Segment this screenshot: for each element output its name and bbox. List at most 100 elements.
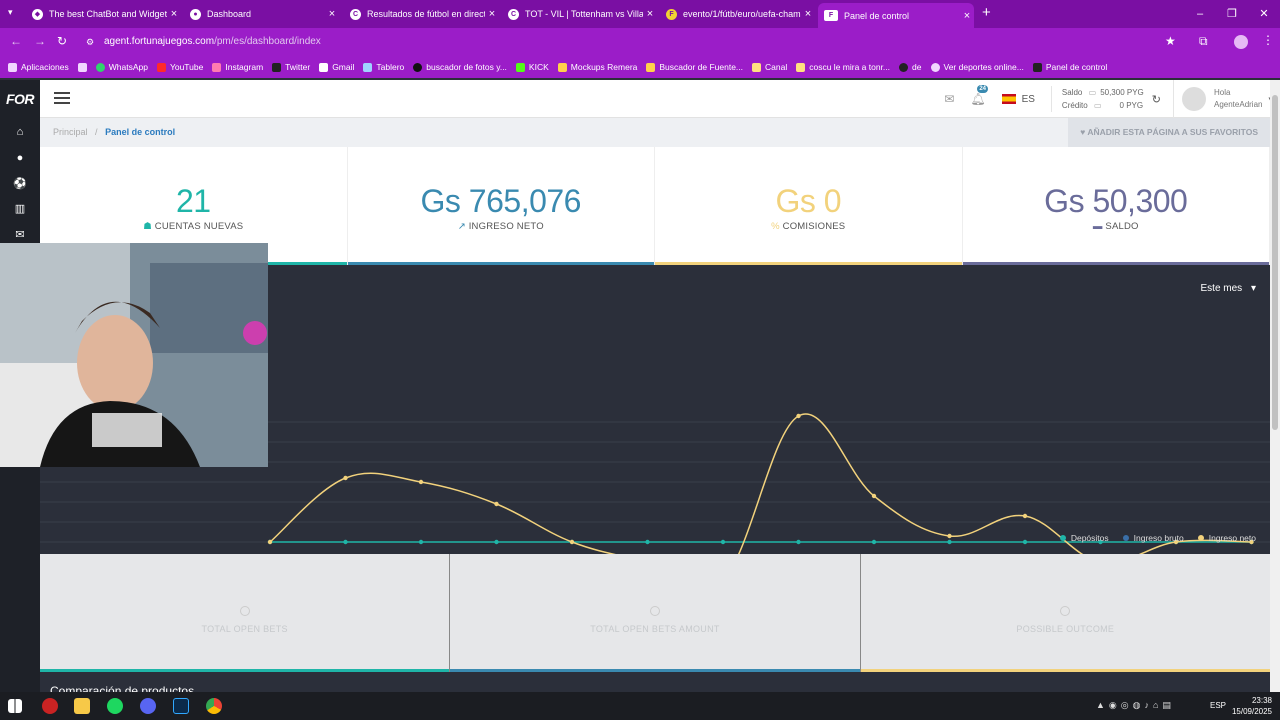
spotify-icon[interactable] — [107, 698, 123, 714]
heart-icon: ♥ — [1080, 127, 1086, 137]
bookmark-tablero[interactable]: Tablero — [363, 62, 404, 72]
legend-depositos[interactable]: Depósitos — [1059, 533, 1109, 543]
bookmark-instagram[interactable]: Instagram — [212, 62, 263, 72]
tab-panel-control[interactable]: F Panel de control × — [818, 3, 974, 28]
bookmark-whatsapp[interactable]: WhatsApp — [95, 62, 148, 72]
scrollbar-thumb[interactable] — [1272, 95, 1278, 430]
minimize-icon[interactable]: – — [1184, 0, 1216, 28]
profile-avatar[interactable] — [1234, 35, 1248, 49]
close-icon[interactable]: × — [325, 8, 339, 20]
bookmark-kick[interactable]: KICK — [515, 62, 549, 72]
bookmark-coscu[interactable]: coscu le mira a tonr... — [796, 62, 890, 72]
clock[interactable]: 23:38 15/09/2025 — [1232, 695, 1272, 717]
bookmark-deportes[interactable]: Ver deportes online... — [930, 62, 1024, 72]
bookmark-youtube[interactable]: YouTube — [156, 62, 203, 72]
chrome-icon[interactable] — [206, 698, 222, 714]
data-point[interactable] — [871, 493, 877, 499]
language-indicator[interactable]: ESP — [1210, 701, 1226, 710]
site-info-icon[interactable]: ⚙ — [86, 31, 94, 53]
bar-chart-icon[interactable]: ▥ — [12, 202, 28, 216]
close-icon[interactable]: × — [167, 8, 181, 20]
data-point[interactable] — [947, 539, 952, 545]
tab-chatbot[interactable]: ◆ The best ChatBot and Widgets f × — [26, 4, 181, 24]
kick-icon — [515, 62, 525, 72]
data-point[interactable] — [796, 413, 801, 419]
soccer-ball-icon[interactable]: ⚽ — [12, 177, 28, 191]
data-point[interactable] — [947, 533, 952, 539]
windows-start-icon[interactable] — [8, 699, 22, 713]
bookmark-grid[interactable] — [77, 62, 87, 72]
menu-icon[interactable]: ⋮ — [1262, 33, 1274, 47]
data-point[interactable] — [494, 539, 499, 545]
legend-ingreso-bruto[interactable]: Ingreso bruto — [1122, 533, 1184, 543]
address-bar[interactable]: ⚙ agent.fortunajuegos.com/pm/es/dashboar… — [80, 31, 1160, 53]
tab-dashboard[interactable]: ● Dashboard × — [184, 4, 339, 24]
stat-net-income: Gs 765,076 ↗ INGRESO NETO — [347, 147, 655, 265]
data-point[interactable] — [267, 539, 273, 545]
tab-resultados[interactable]: C Resultados de fútbol en directo × — [344, 4, 499, 24]
c-logo-icon — [899, 62, 909, 72]
home-icon[interactable]: ⌂ — [12, 126, 28, 140]
notifications-bell[interactable]: 🔔︎ 24 — [970, 85, 989, 106]
bookmark-gmail[interactable]: Gmail — [319, 62, 354, 72]
page-scrollbar[interactable] — [1270, 80, 1280, 692]
breadcrumb-home[interactable]: Principal — [53, 127, 88, 137]
bookmark-fuentes[interactable]: Buscador de Fuente... — [646, 62, 743, 72]
data-point[interactable] — [796, 539, 801, 545]
refresh-icon[interactable]: ↻ — [1152, 93, 1161, 106]
bookmark-de[interactable]: de — [899, 62, 922, 72]
spain-flag-icon[interactable] — [1001, 94, 1016, 104]
photoshop-icon[interactable] — [173, 698, 189, 714]
forward-icon[interactable]: → — [34, 34, 46, 48]
legend-ingreso-neto[interactable]: Ingreso neto — [1197, 533, 1256, 543]
extensions-icon[interactable]: ⧉ — [1199, 34, 1208, 49]
data-point[interactable] — [343, 475, 348, 481]
bookmark-panel[interactable]: Panel de control — [1032, 62, 1107, 72]
mail-icon[interactable]: ✉ — [12, 228, 28, 242]
data-point[interactable] — [343, 539, 348, 545]
data-point[interactable] — [418, 539, 424, 545]
back-icon[interactable]: ← — [10, 34, 22, 48]
data-point[interactable] — [494, 501, 499, 507]
discord-icon[interactable] — [140, 698, 156, 714]
data-point[interactable] — [569, 539, 575, 545]
stat-balance: Gs 50,300 ▬ SALDO — [962, 147, 1270, 265]
trello-icon — [363, 62, 373, 72]
tab-search-icon[interactable]: ▾ — [8, 7, 13, 18]
hamburger-menu-icon[interactable] — [54, 92, 70, 104]
reload-icon[interactable]: ↻ — [57, 34, 67, 48]
user-icon[interactable]: ● — [12, 152, 28, 166]
data-point[interactable] — [720, 539, 726, 545]
close-icon[interactable]: × — [643, 8, 657, 20]
bookmark-twitter[interactable]: Twitter — [272, 62, 310, 72]
close-icon[interactable]: × — [485, 8, 499, 20]
brand-logo[interactable]: FOR — [0, 80, 40, 118]
star-icon[interactable]: ★ — [1165, 34, 1176, 48]
tab-tottenham[interactable]: C TOT - VIL | Tottenham vs Villarre × — [502, 4, 657, 24]
data-point[interactable] — [1022, 539, 1028, 545]
close-icon[interactable]: × — [801, 8, 815, 20]
bookmark-aplicaciones[interactable]: Aplicaciones — [8, 62, 69, 72]
data-point[interactable] — [418, 479, 424, 485]
close-window-icon[interactable]: ✕ — [1248, 0, 1280, 28]
bookmark-buscador-fotos[interactable]: buscador de fotos y... — [413, 62, 507, 72]
bookmark-mockups[interactable]: Mockups Remera — [557, 62, 637, 72]
add-favorite-button[interactable]: ♥ AÑADIR ESTA PÁGINA A SUS FAVORITOS — [1068, 118, 1270, 147]
tab-evento[interactable]: Fevento/1/fútb/euro/uefa-champ × — [660, 4, 815, 24]
restore-icon[interactable]: ❐ — [1216, 0, 1248, 28]
data-point[interactable] — [871, 539, 877, 545]
total-open-bets-card: TOTAL OPEN BETS — [40, 554, 451, 672]
pinterest-icon — [413, 62, 423, 72]
data-point[interactable] — [1022, 513, 1028, 519]
app-icon[interactable] — [42, 698, 58, 714]
close-icon[interactable]: × — [960, 10, 974, 22]
data-point[interactable] — [645, 539, 650, 545]
language-selector[interactable]: ES — [1022, 94, 1035, 105]
mail-icon[interactable]: ✉ — [944, 92, 954, 106]
folder-icon — [752, 62, 762, 72]
file-explorer-icon[interactable] — [74, 698, 90, 714]
legend-dot — [1059, 535, 1066, 541]
new-tab-button[interactable]: + — [982, 4, 991, 21]
user-menu[interactable]: Hola AgenteAdrian ▾ — [1173, 80, 1272, 118]
bookmark-canal[interactable]: Canal — [752, 62, 787, 72]
